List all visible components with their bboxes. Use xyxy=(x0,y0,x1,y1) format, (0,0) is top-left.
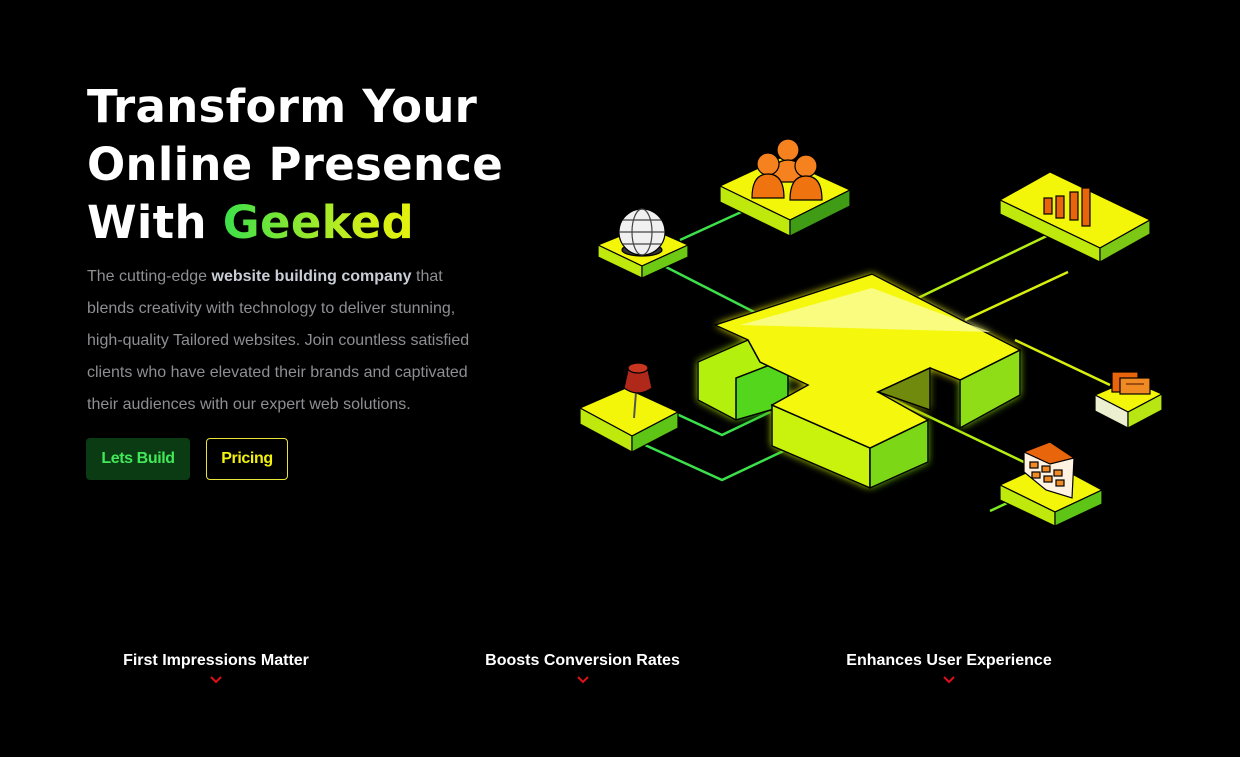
globe-tile xyxy=(596,208,690,279)
feature-title: First Impressions Matter xyxy=(123,652,309,669)
feature-first-impressions[interactable]: First Impressions Matter xyxy=(123,651,309,685)
folder-icon xyxy=(1111,371,1151,395)
hero-title: Transform Your Online Presence With Geek… xyxy=(87,78,503,252)
pricing-button[interactable]: Pricing xyxy=(206,438,288,480)
hero-title-line2: Online Presence xyxy=(87,138,504,191)
users-tile xyxy=(718,138,852,237)
hero-desc-part1: The cutting-edge xyxy=(87,268,212,285)
hero-desc-part2: that blends creativity with technology t… xyxy=(87,268,470,413)
globe-icon xyxy=(618,208,666,257)
chevron-down-icon xyxy=(210,676,222,684)
hero-illustration xyxy=(578,138,1164,527)
folder-tile xyxy=(1093,371,1164,429)
feature-user-experience[interactable]: Enhances User Experience xyxy=(846,651,1052,685)
hero-description: The cutting-edge website building compan… xyxy=(87,261,487,421)
feature-title: Boosts Conversion Rates xyxy=(485,652,680,669)
hero-title-line1: Transform Your xyxy=(87,80,478,133)
central-block xyxy=(697,273,1022,490)
feature-conversion-rates[interactable]: Boosts Conversion Rates xyxy=(485,651,680,685)
hero-desc-highlight: website building company xyxy=(211,268,412,285)
brand-name: Geeked xyxy=(222,196,415,249)
chevron-down-icon xyxy=(576,676,589,684)
calendar-tile xyxy=(998,441,1104,527)
chevron-down-icon xyxy=(943,676,955,684)
lets-build-button[interactable]: Lets Build xyxy=(86,438,190,480)
hero-title-line3: With xyxy=(87,196,223,249)
pin-tile xyxy=(578,362,680,454)
feature-title: Enhances User Experience xyxy=(846,652,1052,669)
